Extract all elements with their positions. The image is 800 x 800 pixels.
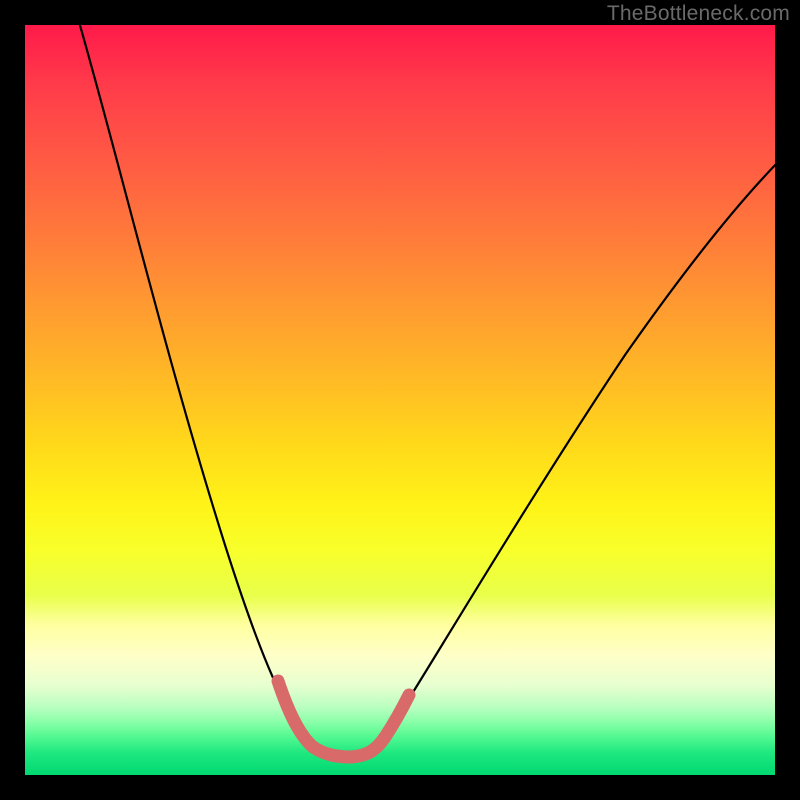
bottleneck-curve: [25, 25, 775, 775]
curve-path: [77, 25, 775, 756]
chart-frame: TheBottleneck.com: [0, 0, 800, 800]
watermark-label: TheBottleneck.com: [607, 2, 790, 26]
plot-area: [25, 25, 775, 775]
highlight-path: [278, 681, 409, 757]
